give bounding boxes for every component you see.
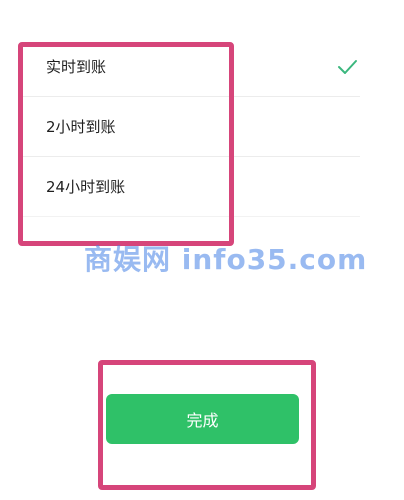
arrival-time-screen: 实时到账 2小时到账 24小时到账 商娱网 info35.com 完成 xyxy=(0,0,404,500)
done-button[interactable]: 完成 xyxy=(106,394,299,444)
option-label: 24小时到账 xyxy=(46,178,126,196)
checkmark-icon xyxy=(338,60,357,74)
option-label: 2小时到账 xyxy=(46,118,116,136)
arrival-time-options: 实时到账 2小时到账 24小时到账 xyxy=(22,38,360,218)
option-realtime[interactable]: 实时到账 xyxy=(22,38,360,97)
option-2-hours[interactable]: 2小时到账 xyxy=(22,98,360,157)
option-label: 实时到账 xyxy=(46,58,107,76)
watermark-text: 商娱网 info35.com xyxy=(84,243,368,276)
option-24-hours[interactable]: 24小时到账 xyxy=(22,158,360,217)
